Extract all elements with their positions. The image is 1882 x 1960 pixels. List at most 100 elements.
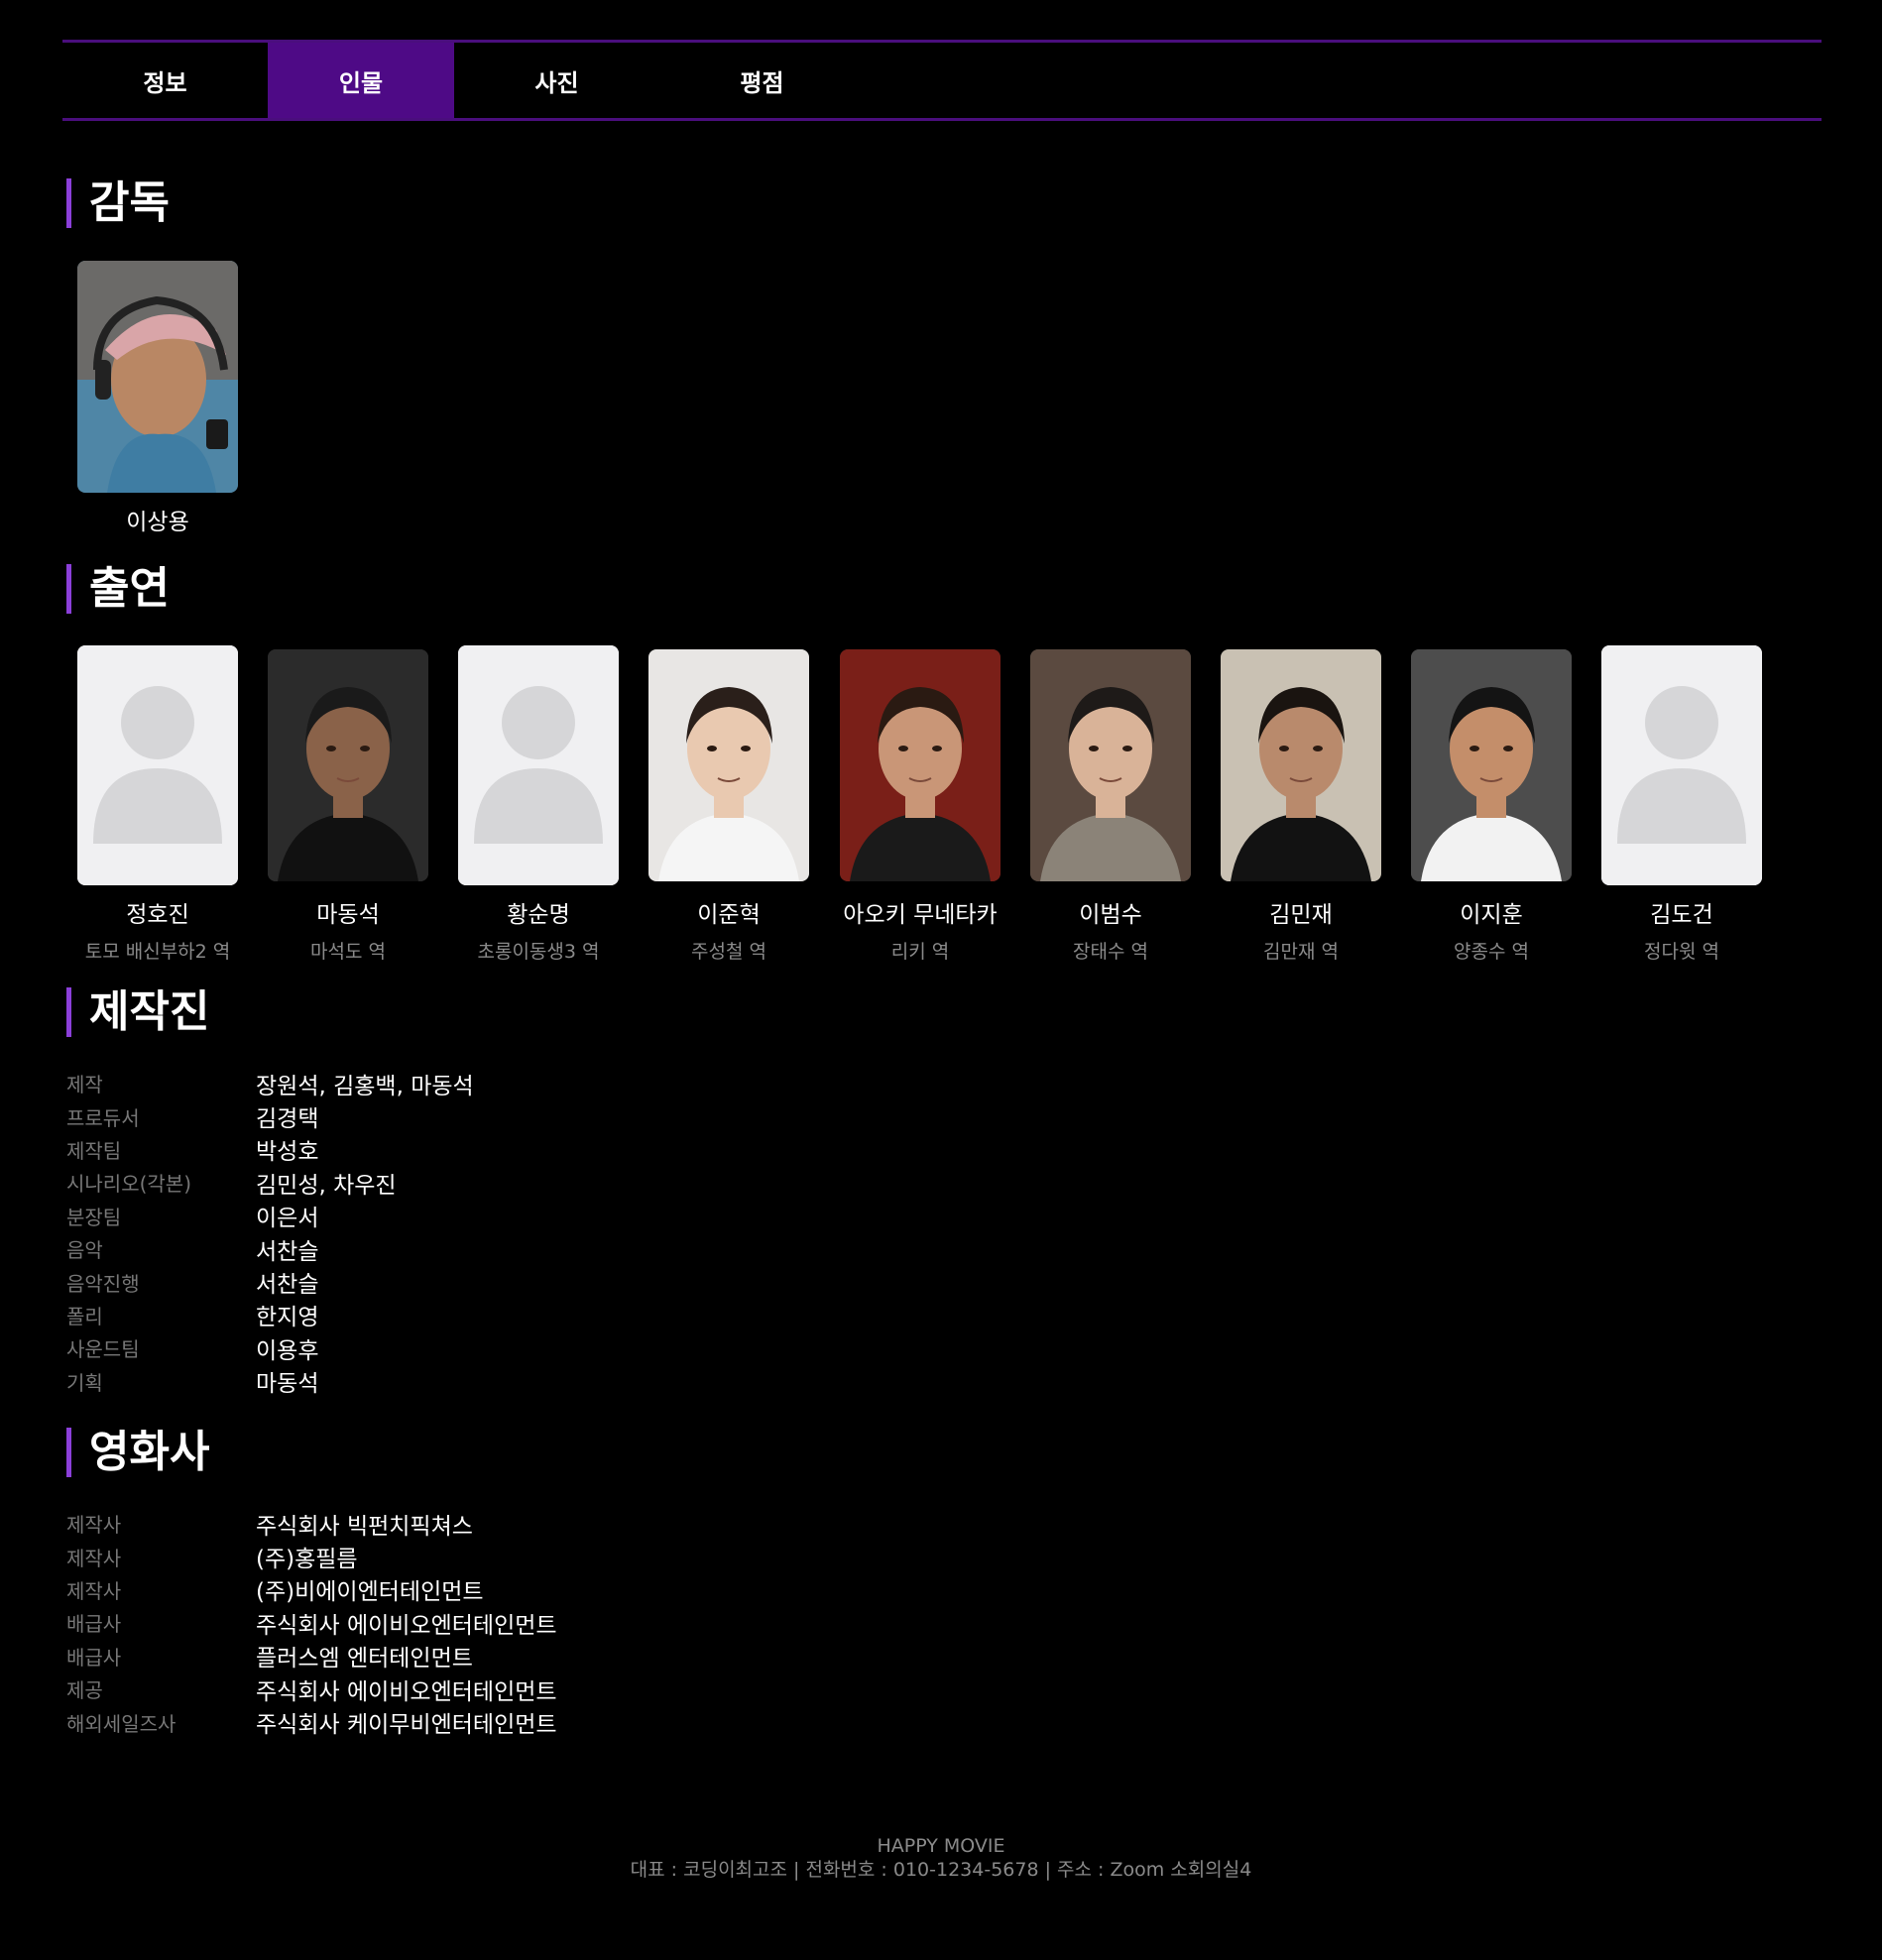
cast-card[interactable]: 김민재김만재 역 bbox=[1206, 645, 1396, 964]
crew-row-label: 프로듀서 bbox=[66, 1105, 140, 1130]
crew-row-value: 이은서 bbox=[256, 1206, 319, 1232]
company-row-value: 주식회사 빅펀치픽쳐스 bbox=[256, 1513, 473, 1540]
crew-row-label: 시나리오(각본) bbox=[66, 1172, 192, 1197]
section-title-companies: 영화사 bbox=[66, 1428, 209, 1477]
cast-name: 정호진 bbox=[126, 902, 189, 928]
person-placeholder-icon bbox=[1601, 645, 1762, 885]
company-row-value: 주식회사 에이비오엔터테인먼트 bbox=[256, 1678, 557, 1705]
crew-row: 음악진행 서찬슬 bbox=[66, 1265, 474, 1299]
crew-row: 프로듀서 김경택 bbox=[66, 1099, 474, 1133]
cast-photo-placeholder[interactable] bbox=[458, 645, 619, 885]
company-row-value: 플러스엠 엔터테인먼트 bbox=[256, 1646, 473, 1672]
cast-name: 아오키 무네타카 bbox=[843, 902, 998, 928]
cast-card[interactable]: 아오키 무네타카리키 역 bbox=[825, 645, 1015, 964]
crew-row-value: 서찬슬 bbox=[256, 1272, 319, 1299]
cast-card[interactable]: 이준혁주성철 역 bbox=[634, 645, 824, 964]
crew-row-label: 폴리 bbox=[66, 1304, 103, 1328]
cast-card[interactable]: 이지훈양종수 역 bbox=[1396, 645, 1587, 964]
tab-photos[interactable]: 사진 bbox=[454, 43, 659, 118]
director-card[interactable]: 이상용 bbox=[62, 261, 253, 536]
crew-row: 제작팀 박성호 bbox=[66, 1133, 474, 1166]
cast-name: 마동석 bbox=[316, 902, 380, 928]
crew-row: 음악 서찬슬 bbox=[66, 1232, 474, 1265]
cast-photo[interactable] bbox=[268, 649, 428, 881]
cast-role: 토모 배신부하2 역 bbox=[84, 941, 231, 963]
company-row: 제작사 주식회사 빅펀치픽쳐스 bbox=[66, 1507, 557, 1540]
tab-bar: 정보 인물 사진 평점 bbox=[62, 40, 1822, 121]
section-title-crew: 제작진 bbox=[66, 987, 209, 1037]
cast-card[interactable]: 이범수장태수 역 bbox=[1015, 645, 1206, 964]
crew-row-value: 이용후 bbox=[256, 1337, 319, 1364]
company-row-value: 주식회사 에이비오엔터테인먼트 bbox=[256, 1612, 557, 1639]
cast-card[interactable]: 정호진토모 배신부하2 역 bbox=[62, 645, 253, 964]
tab-people[interactable]: 인물 bbox=[268, 43, 454, 118]
footer: HAPPY MOVIE 대표 : 코딩이최고조 | 전화번호 : 010-123… bbox=[0, 1834, 1882, 1882]
cast-photo[interactable] bbox=[1411, 649, 1572, 881]
cast-photo[interactable] bbox=[1221, 649, 1381, 881]
crew-row-value: 서찬슬 bbox=[256, 1238, 319, 1265]
director-name: 이상용 bbox=[126, 510, 189, 535]
company-row-label: 제작사 bbox=[66, 1578, 122, 1603]
director-photo[interactable] bbox=[77, 261, 238, 493]
company-row-value: (주)홍필름 bbox=[256, 1547, 358, 1573]
crew-row: 제작 장원석, 김홍백, 마동석 bbox=[66, 1067, 474, 1099]
crew-row-label: 음악 bbox=[66, 1238, 103, 1263]
cast-photo[interactable] bbox=[1030, 649, 1191, 881]
crew-row-value: 박성호 bbox=[256, 1139, 319, 1166]
cast-name: 이지훈 bbox=[1460, 902, 1523, 928]
crew-row-label: 기획 bbox=[66, 1370, 103, 1395]
company-row: 해외세일즈사 주식회사 케이무비엔터테인먼트 bbox=[66, 1705, 557, 1739]
company-row-value: 주식회사 케이무비엔터테인먼트 bbox=[256, 1712, 557, 1739]
crew-row-value: 한지영 bbox=[256, 1305, 319, 1331]
crew-row-label: 분장팀 bbox=[66, 1205, 122, 1229]
crew-row: 기획 마동석 bbox=[66, 1365, 474, 1398]
cast-name: 김도건 bbox=[1650, 902, 1713, 928]
person-placeholder-icon bbox=[77, 645, 238, 885]
company-row: 배급사 주식회사 에이비오엔터테인먼트 bbox=[66, 1606, 557, 1639]
cast-role: 주성철 역 bbox=[691, 941, 766, 963]
crew-row: 분장팀 이은서 bbox=[66, 1200, 474, 1232]
tab-info[interactable]: 정보 bbox=[62, 43, 268, 118]
cast-photo[interactable] bbox=[648, 649, 809, 881]
cast-name: 이준혁 bbox=[697, 902, 761, 928]
cast-role: 초롱이동생3 역 bbox=[477, 941, 600, 963]
company-row: 제공 주식회사 에이비오엔터테인먼트 bbox=[66, 1672, 557, 1705]
crew-list: 제작 장원석, 김홍백, 마동석프로듀서 김경택 제작팀 박성호시나리오(각본) 김민성,… bbox=[66, 1067, 474, 1398]
company-row-label: 제작사 bbox=[66, 1513, 122, 1538]
cast-photo-placeholder[interactable] bbox=[1601, 645, 1762, 885]
crew-row-value: 김경택 bbox=[256, 1106, 319, 1133]
crew-row-label: 음악진행 bbox=[66, 1271, 140, 1296]
cast-photo[interactable] bbox=[840, 649, 1000, 881]
cast-role: 마석도 역 bbox=[310, 941, 386, 963]
crew-row: 시나리오(각본) 김민성, 차우진 bbox=[66, 1166, 474, 1199]
tab-ratings[interactable]: 평점 bbox=[659, 43, 865, 118]
cast-portrait-image bbox=[1221, 649, 1381, 881]
cast-role: 리키 역 bbox=[890, 941, 950, 963]
cast-name: 김민재 bbox=[1269, 902, 1333, 928]
company-row: 배급사 플러스엠 엔터테인먼트 bbox=[66, 1640, 557, 1672]
cast-role: 장태수 역 bbox=[1073, 941, 1148, 963]
crew-row: 사운드팀 이용후 bbox=[66, 1331, 474, 1364]
cast-card[interactable]: 마동석마석도 역 bbox=[253, 645, 443, 964]
company-row: 제작사 (주)홍필름 bbox=[66, 1540, 557, 1573]
cast-name: 이범수 bbox=[1079, 902, 1142, 928]
cast-role: 김만재 역 bbox=[1263, 941, 1339, 963]
cast-portrait-image bbox=[648, 649, 809, 881]
crew-row-value: 장원석, 김홍백, 마동석 bbox=[256, 1073, 474, 1099]
company-row-label: 제공 bbox=[66, 1678, 103, 1703]
cast-role: 양종수 역 bbox=[1454, 941, 1529, 963]
section-title-director: 감독 bbox=[66, 178, 170, 228]
cast-photo-placeholder[interactable] bbox=[77, 645, 238, 885]
director-portrait-image bbox=[77, 261, 238, 493]
cast-role: 정다윗 역 bbox=[1644, 941, 1719, 963]
company-row-label: 해외세일즈사 bbox=[66, 1711, 176, 1736]
company-row: 제작사 (주)비에이엔터테인먼트 bbox=[66, 1573, 557, 1606]
cast-name: 황순명 bbox=[507, 902, 570, 928]
crew-row-value: 김민성, 차우진 bbox=[256, 1172, 397, 1199]
cast-card[interactable]: 황순명초롱이동생3 역 bbox=[443, 645, 634, 964]
company-row-label: 배급사 bbox=[66, 1645, 122, 1670]
cast-card[interactable]: 김도건정다윗 역 bbox=[1587, 645, 1777, 964]
footer-brand: HAPPY MOVIE bbox=[877, 1835, 1005, 1857]
person-placeholder-icon bbox=[458, 645, 619, 885]
cast-portrait-image bbox=[840, 649, 1000, 881]
